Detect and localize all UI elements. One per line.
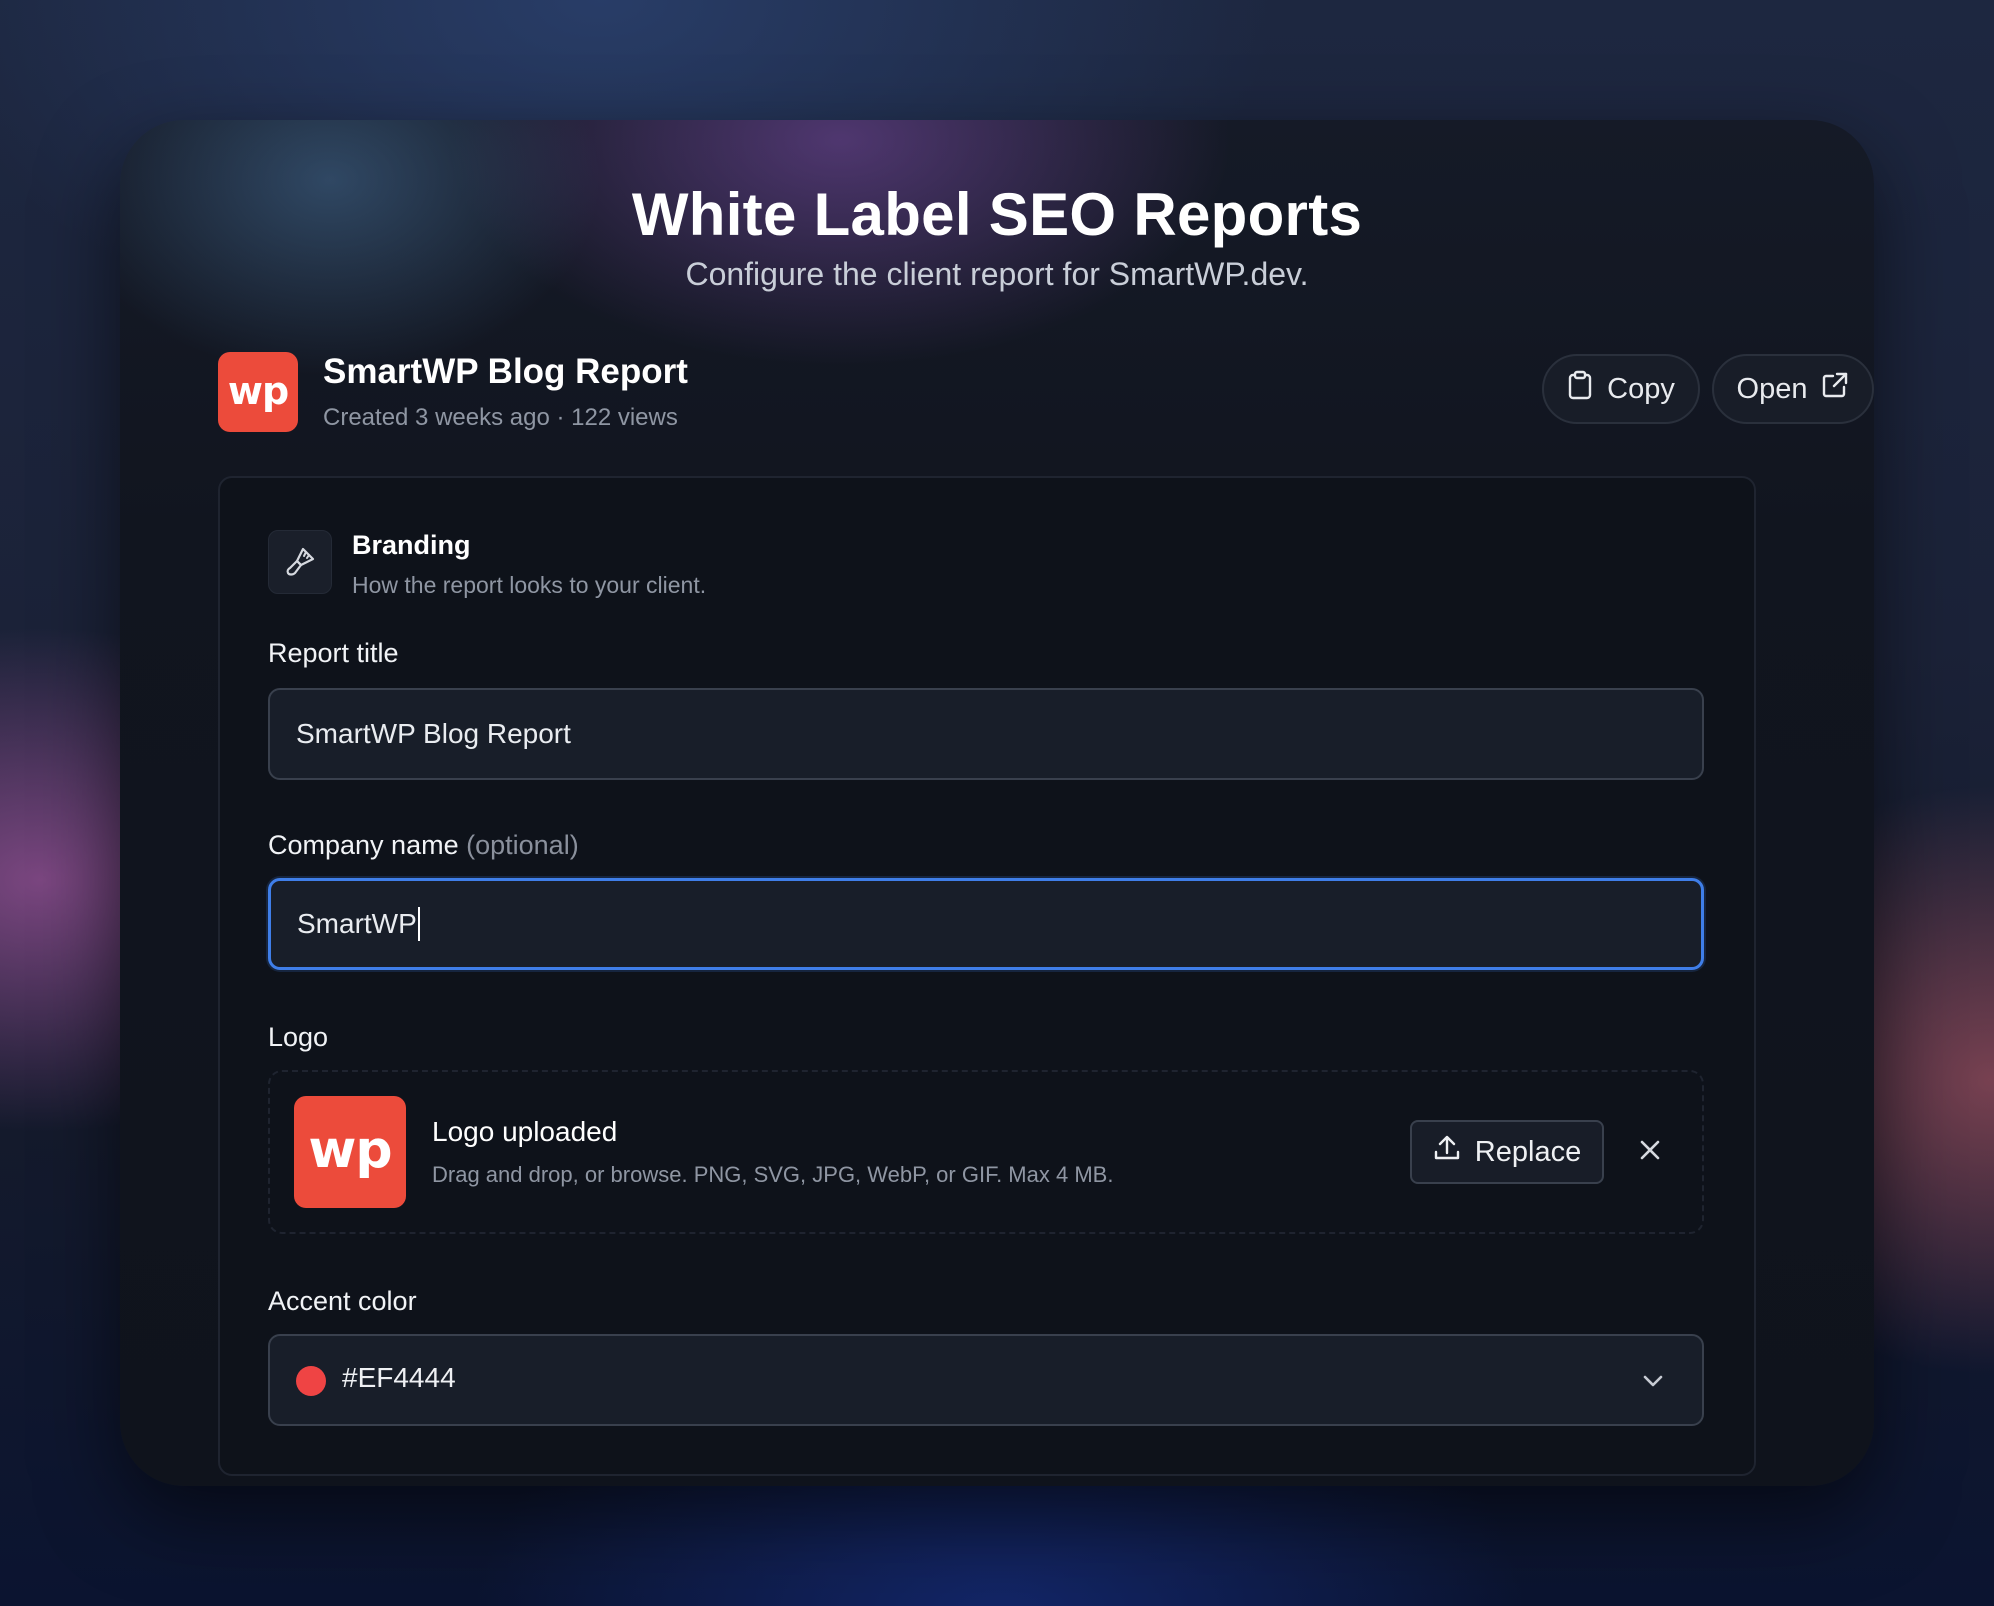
page-subtitle: Configure the client report for SmartWP.… (685, 256, 1309, 292)
copy-button[interactable]: Copy (1542, 354, 1700, 424)
accent-color-label: Accent color (268, 1286, 417, 1316)
report-meta: Created 3 weeks ago · 122 views (323, 404, 678, 431)
open-button-label: Open (1736, 372, 1808, 405)
company-name-value: SmartWP (297, 908, 417, 939)
report-header: wp SmartWP Blog Report Created 3 weeks a… (218, 352, 1874, 434)
text-caret (417, 907, 420, 941)
report-title-value: SmartWP Blog Report (296, 718, 571, 749)
accent-color-value: #EF4444 (342, 1362, 456, 1393)
report-config-card: White Label SEO Reports Configure the cl… (120, 120, 1874, 1486)
logo-preview: wp (294, 1096, 406, 1208)
company-name-label-text: Company name (268, 830, 459, 860)
external-link-icon (1821, 371, 1849, 407)
section-description: How the report looks to your client. (352, 572, 707, 598)
logo-status: Logo uploaded (432, 1116, 618, 1147)
close-icon (1639, 1139, 1661, 1166)
optional-hint: (optional) (466, 830, 579, 860)
page-title: White Label SEO Reports (631, 181, 1363, 248)
color-swatch (296, 1366, 326, 1396)
report-name: SmartWP Blog Report (323, 352, 688, 391)
accent-color-select[interactable]: #EF4444 (268, 1334, 1704, 1426)
company-name-label: Company name (optional) (268, 830, 579, 861)
branding-panel: Branding How the report looks to your cl… (218, 476, 1756, 1476)
report-title-label: Report title (268, 638, 399, 668)
clipboard-icon (1567, 370, 1593, 408)
copy-button-label: Copy (1607, 372, 1675, 405)
open-button[interactable]: Open (1712, 354, 1874, 424)
replace-logo-button[interactable]: Replace (1410, 1120, 1604, 1184)
chevron-down-icon (1640, 1368, 1666, 1394)
logo-label: Logo (268, 1022, 329, 1052)
section-title: Branding (352, 530, 471, 560)
logo-hint: Drag and drop, or browse. PNG, SVG, JPG,… (432, 1162, 1114, 1187)
company-name-input[interactable]: SmartWP (268, 878, 1704, 970)
logo-dropzone[interactable]: wp Logo uploaded Drag and drop, or brows… (268, 1070, 1704, 1234)
report-title-input[interactable]: SmartWP Blog Report (268, 688, 1704, 780)
report-logo: wp (218, 352, 298, 432)
remove-logo-button[interactable] (1628, 1130, 1672, 1174)
replace-button-label: Replace (1474, 1135, 1582, 1168)
upload-icon (1433, 1134, 1461, 1170)
paintbrush-icon (268, 530, 332, 594)
